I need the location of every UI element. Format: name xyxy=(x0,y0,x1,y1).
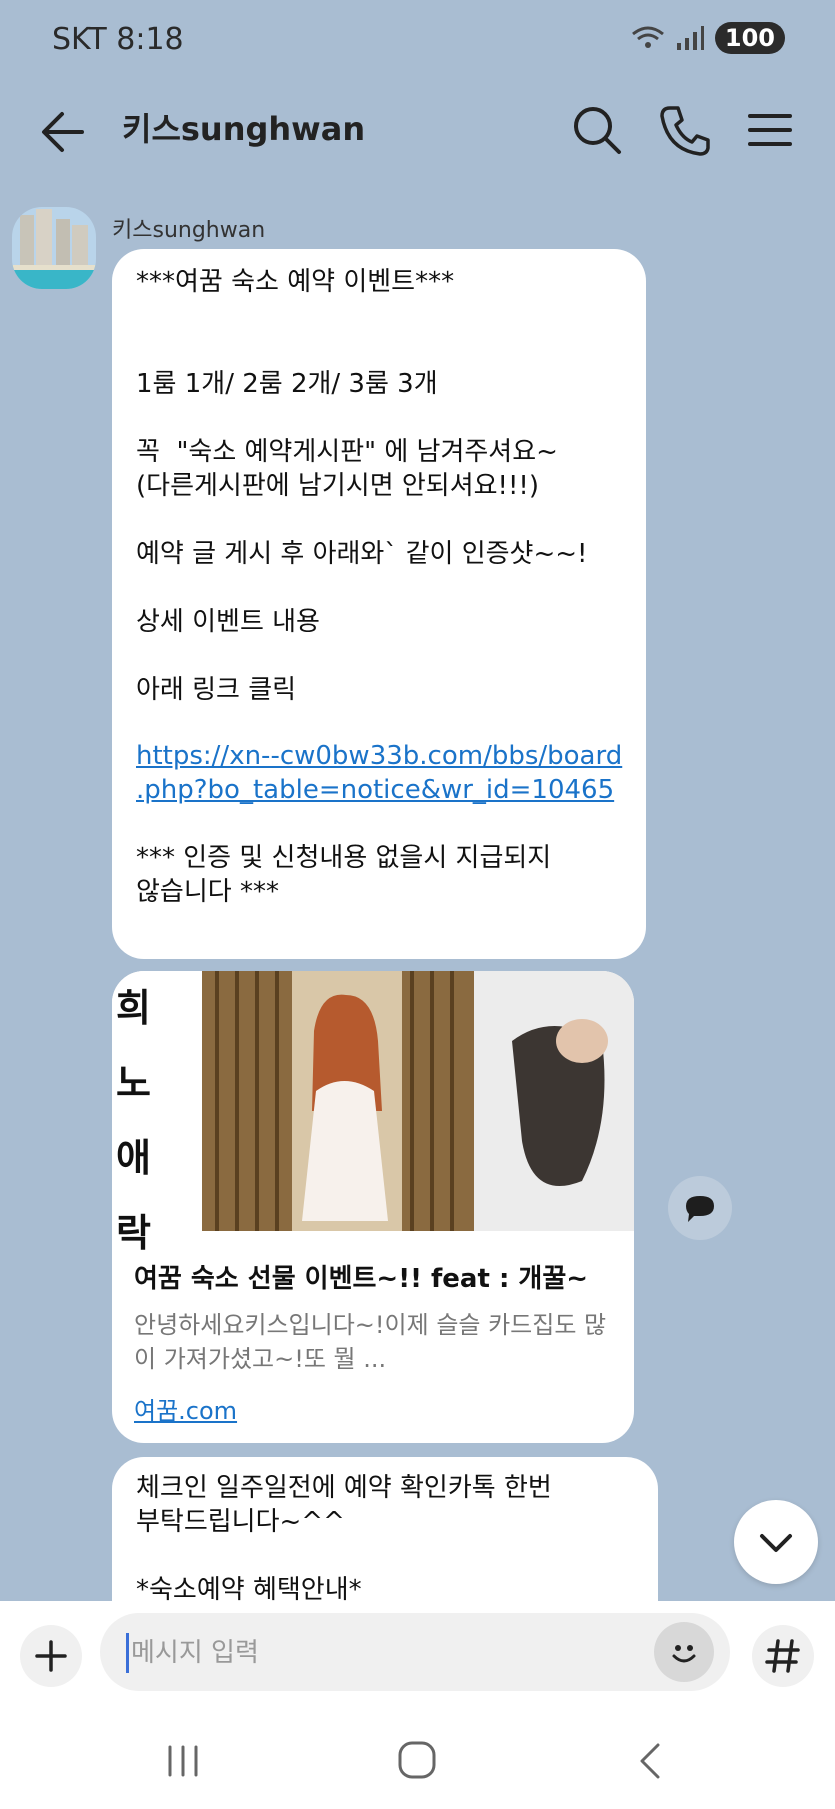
message-line: 부탁드립니다~^^ xyxy=(136,1507,345,1537)
emoji-button[interactable] xyxy=(654,1622,714,1682)
hashtag-button[interactable] xyxy=(752,1625,814,1687)
message-input[interactable] xyxy=(126,1633,653,1673)
message-line: (다른게시판에 남기시면 안되셔요!!!) xyxy=(136,471,539,501)
back-arrow-icon[interactable] xyxy=(36,102,96,162)
message-line: 예약 글 게시 후 아래와` 같이 인증샷~~! xyxy=(136,539,588,569)
status-time: SKT 8:18 xyxy=(52,22,184,57)
card-title: 여꿈 숙소 선물 이벤트~!! feat : 개꿀~ xyxy=(134,1264,589,1294)
nav-back-icon[interactable] xyxy=(616,1731,686,1791)
message-input-container xyxy=(100,1613,730,1691)
link-preview-card[interactable]: 희 노 애 락 여꿈 숙소 선물 이벤트~!! feat : 개꿀~ 안녕하세요… xyxy=(112,971,634,1443)
message-input-bar xyxy=(0,1601,835,1709)
preview-image xyxy=(112,971,634,1231)
smiley-icon xyxy=(672,1645,696,1663)
chevron-down-icon xyxy=(760,1534,792,1552)
image-glyph: 노 xyxy=(116,1061,151,1105)
sender-avatar[interactable] xyxy=(12,207,96,289)
event-link[interactable]: https://xn--cw0bw33b.com/bbs/board .php?… xyxy=(136,739,622,807)
message-line: 상세 이벤트 내용 xyxy=(136,607,320,637)
sender-name: 키스sunghwan xyxy=(112,218,266,243)
search-icon[interactable] xyxy=(565,98,629,162)
attach-button[interactable] xyxy=(20,1625,82,1687)
menu-icon[interactable] xyxy=(738,98,802,162)
image-glyph: 희 xyxy=(116,986,151,1030)
battery-icon: 100 xyxy=(714,22,785,54)
chat-title: 키스sunghwan xyxy=(122,110,366,148)
speech-bubble-icon xyxy=(686,1196,714,1222)
phone-icon[interactable] xyxy=(652,98,716,162)
hash-icon xyxy=(765,1639,800,1673)
plus-icon xyxy=(35,1640,67,1672)
image-glyph: 락 xyxy=(116,1211,151,1255)
message-line: 체크인 일주일전에 예약 확인카톡 한번 xyxy=(136,1473,552,1503)
share-button[interactable] xyxy=(668,1176,732,1240)
wifi-icon xyxy=(631,26,664,48)
image-glyph: 애 xyxy=(116,1136,151,1180)
signal-icon xyxy=(676,26,704,50)
preview-image-text: 희 노 애 락 xyxy=(116,977,151,1257)
message-line: 아래 링크 클릭 xyxy=(136,675,297,705)
card-description: 안녕하세요키스입니다~!이제 슬슬 카드집도 많이 가져가셨고~!또 뭘 ... xyxy=(134,1311,607,1373)
chat-header: 키스sunghwan xyxy=(0,80,835,190)
message-line: ***여꿈 숙소 예약 이벤트*** xyxy=(136,267,455,297)
message-line: *** 인증 및 신청내용 없을시 지급되지 않습니다 *** xyxy=(136,843,552,907)
status-icons: 100 xyxy=(631,22,785,54)
message-bubble-event[interactable]: ***여꿈 숙소 예약 이벤트*** 1룸 1개/ 2룸 2개/ 3룸 3개 꼭… xyxy=(112,249,646,959)
system-nav-bar xyxy=(0,1709,835,1809)
message-line: 1룸 1개/ 2룸 2개/ 3룸 3개 xyxy=(136,369,438,399)
status-bar: SKT 8:18 100 xyxy=(0,0,835,80)
card-domain-link[interactable]: 여꿈.com xyxy=(134,1391,237,1426)
home-icon[interactable] xyxy=(382,1731,452,1791)
scroll-to-bottom-button[interactable] xyxy=(734,1500,818,1584)
message-line: 꼭 "숙소 예약게시판" 에 남겨주셔요~ xyxy=(136,437,558,467)
recent-apps-icon[interactable] xyxy=(148,1731,218,1791)
